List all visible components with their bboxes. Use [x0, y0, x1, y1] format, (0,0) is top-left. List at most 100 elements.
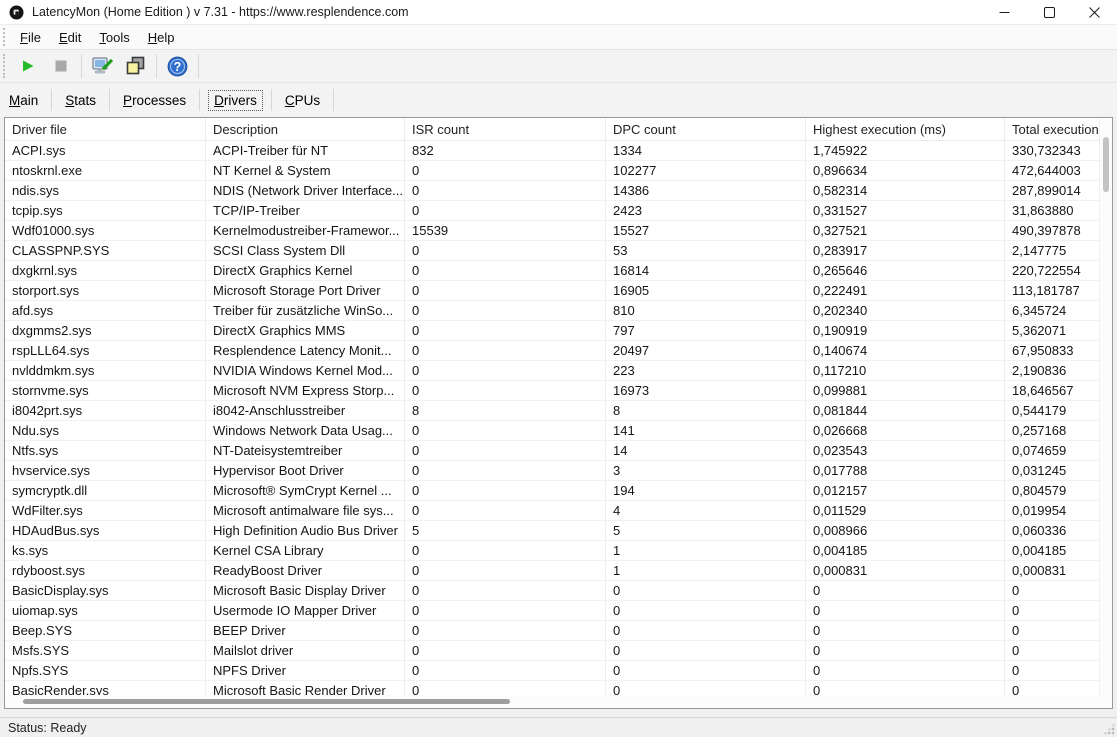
cell-isr-count: 0: [405, 201, 606, 220]
table-body: ACPI.sys ACPI-Treiber für NT 832 1334 1,…: [5, 141, 1099, 695]
column-header-total-execution[interactable]: Total execution: [1005, 118, 1112, 140]
column-header-highest-execution[interactable]: Highest execution (ms): [806, 118, 1005, 140]
vertical-scrollbar-thumb[interactable]: [1103, 137, 1109, 192]
cell-driver-file: hvservice.sys: [5, 461, 206, 480]
cell-dpc-count: 223: [606, 361, 806, 380]
help-button[interactable]: ?: [163, 53, 192, 80]
cell-highest-execution: 0,004185: [806, 541, 1005, 560]
cell-dpc-count: 16814: [606, 261, 806, 280]
table-row[interactable]: ACPI.sys ACPI-Treiber für NT 832 1334 1,…: [5, 141, 1099, 161]
table-row[interactable]: BasicDisplay.sys Microsoft Basic Display…: [5, 581, 1099, 601]
stop-monitor-button[interactable]: [46, 53, 75, 80]
table-row[interactable]: hvservice.sys Hypervisor Boot Driver 0 3…: [5, 461, 1099, 481]
app-icon: [9, 5, 24, 20]
table-row[interactable]: BasicRender.sys Microsoft Basic Render D…: [5, 681, 1099, 695]
cell-total-execution: 0,004185: [1005, 541, 1099, 560]
cell-highest-execution: 0,008966: [806, 521, 1005, 540]
copy-report-button[interactable]: [121, 53, 150, 80]
cell-isr-count: 0: [405, 361, 606, 380]
cell-highest-execution: 0,140674: [806, 341, 1005, 360]
table-row[interactable]: WdFilter.sys Microsoft antimalware file …: [5, 501, 1099, 521]
table-row[interactable]: afd.sys Treiber für zusätzliche WinSo...…: [5, 301, 1099, 321]
cell-isr-count: 0: [405, 501, 606, 520]
cell-highest-execution: 0,081844: [806, 401, 1005, 420]
cell-isr-count: 0: [405, 621, 606, 640]
minimize-button[interactable]: [982, 0, 1027, 24]
cell-dpc-count: 0: [606, 601, 806, 620]
column-header-driver-file[interactable]: Driver file: [5, 118, 206, 140]
table-row[interactable]: stornvme.sys Microsoft NVM Express Storp…: [5, 381, 1099, 401]
table-row[interactable]: Npfs.SYS NPFS Driver 0 0 0 0: [5, 661, 1099, 681]
table-row[interactable]: dxgmms2.sys DirectX Graphics MMS 0 797 0…: [5, 321, 1099, 341]
start-monitor-button[interactable]: [13, 53, 42, 80]
vertical-scrollbar[interactable]: [1099, 119, 1112, 695]
table-row[interactable]: ndis.sys NDIS (Network Driver Interface.…: [5, 181, 1099, 201]
cell-driver-file: Npfs.SYS: [5, 661, 206, 680]
close-button[interactable]: [1072, 0, 1117, 24]
table-row[interactable]: Ndu.sys Windows Network Data Usag... 0 1…: [5, 421, 1099, 441]
cell-description: NT Kernel & System: [206, 161, 405, 180]
table-row[interactable]: CLASSPNP.SYS SCSI Class System Dll 0 53 …: [5, 241, 1099, 261]
cell-dpc-count: 14: [606, 441, 806, 460]
cell-dpc-count: 810: [606, 301, 806, 320]
column-header-dpc-count[interactable]: DPC count: [606, 118, 806, 140]
cell-description: Microsoft NVM Express Storp...: [206, 381, 405, 400]
maximize-button[interactable]: [1027, 0, 1072, 24]
table-row[interactable]: uiomap.sys Usermode IO Mapper Driver 0 0…: [5, 601, 1099, 621]
cell-description: TCP/IP-Treiber: [206, 201, 405, 220]
menu-tools[interactable]: Tools: [90, 27, 138, 48]
resize-grip[interactable]: [1103, 723, 1115, 735]
table-row[interactable]: Msfs.SYS Mailslot driver 0 0 0 0: [5, 641, 1099, 661]
toolbar-gripper[interactable]: [3, 54, 7, 78]
table-row[interactable]: HDAudBus.sys High Definition Audio Bus D…: [5, 521, 1099, 541]
cell-total-execution: 0,060336: [1005, 521, 1099, 540]
cell-dpc-count: 20497: [606, 341, 806, 360]
table-row[interactable]: i8042prt.sys i8042-Anschlusstreiber 8 8 …: [5, 401, 1099, 421]
menu-help[interactable]: Help: [139, 27, 184, 48]
horizontal-scrollbar[interactable]: [5, 695, 1099, 708]
menu-edit[interactable]: Edit: [50, 27, 90, 48]
table-row[interactable]: dxgkrnl.sys DirectX Graphics Kernel 0 16…: [5, 261, 1099, 281]
cell-dpc-count: 0: [606, 641, 806, 660]
table-row[interactable]: nvlddmkm.sys NVIDIA Windows Kernel Mod..…: [5, 361, 1099, 381]
horizontal-scrollbar-thumb[interactable]: [23, 699, 510, 704]
cell-total-execution: 18,646567: [1005, 381, 1099, 400]
cell-total-execution: 490,397878: [1005, 221, 1099, 240]
cell-isr-count: 0: [405, 161, 606, 180]
table-row[interactable]: storport.sys Microsoft Storage Port Driv…: [5, 281, 1099, 301]
cell-highest-execution: 1,745922: [806, 141, 1005, 160]
table-row[interactable]: rspLLL64.sys Resplendence Latency Monit.…: [5, 341, 1099, 361]
cell-highest-execution: 0,222491: [806, 281, 1005, 300]
table-row[interactable]: tcpip.sys TCP/IP-Treiber 0 2423 0,331527…: [5, 201, 1099, 221]
cell-driver-file: rdyboost.sys: [5, 561, 206, 580]
cell-highest-execution: 0,117210: [806, 361, 1005, 380]
tab-stats[interactable]: Stats: [65, 89, 96, 112]
drivers-table: Driver file Description ISR count DPC co…: [4, 117, 1113, 709]
cell-highest-execution: 0,327521: [806, 221, 1005, 240]
cell-description: ReadyBoost Driver: [206, 561, 405, 580]
edit-options-button[interactable]: [88, 53, 117, 80]
table-row[interactable]: Beep.SYS BEEP Driver 0 0 0 0: [5, 621, 1099, 641]
cell-driver-file: HDAudBus.sys: [5, 521, 206, 540]
table-row[interactable]: rdyboost.sys ReadyBoost Driver 0 1 0,000…: [5, 561, 1099, 581]
menu-file[interactable]: File: [11, 27, 50, 48]
table-row[interactable]: Wdf01000.sys Kernelmodustreiber-Framewor…: [5, 221, 1099, 241]
cell-dpc-count: 1334: [606, 141, 806, 160]
tab-cpus[interactable]: CPUs: [285, 89, 320, 112]
toolbar: ?: [0, 49, 1117, 82]
table-row[interactable]: symcryptk.dll Microsoft® SymCrypt Kernel…: [5, 481, 1099, 501]
column-header-isr-count[interactable]: ISR count: [405, 118, 606, 140]
cell-highest-execution: 0: [806, 621, 1005, 640]
table-row[interactable]: Ntfs.sys NT-Dateisystemtreiber 0 14 0,02…: [5, 441, 1099, 461]
tab-main[interactable]: Main: [9, 89, 38, 112]
table-row[interactable]: ks.sys Kernel CSA Library 0 1 0,004185 0…: [5, 541, 1099, 561]
column-header-description[interactable]: Description: [206, 118, 405, 140]
tab-drivers[interactable]: Drivers: [208, 90, 263, 111]
toolbar-separator: [156, 54, 157, 78]
tab-processes[interactable]: Processes: [123, 89, 186, 112]
title-bar: LatencyMon (Home Edition ) v 7.31 - http…: [0, 0, 1117, 24]
cell-description: Hypervisor Boot Driver: [206, 461, 405, 480]
cell-description: DirectX Graphics Kernel: [206, 261, 405, 280]
table-row[interactable]: ntoskrnl.exe NT Kernel & System 0 102277…: [5, 161, 1099, 181]
menubar-gripper[interactable]: [3, 28, 7, 46]
